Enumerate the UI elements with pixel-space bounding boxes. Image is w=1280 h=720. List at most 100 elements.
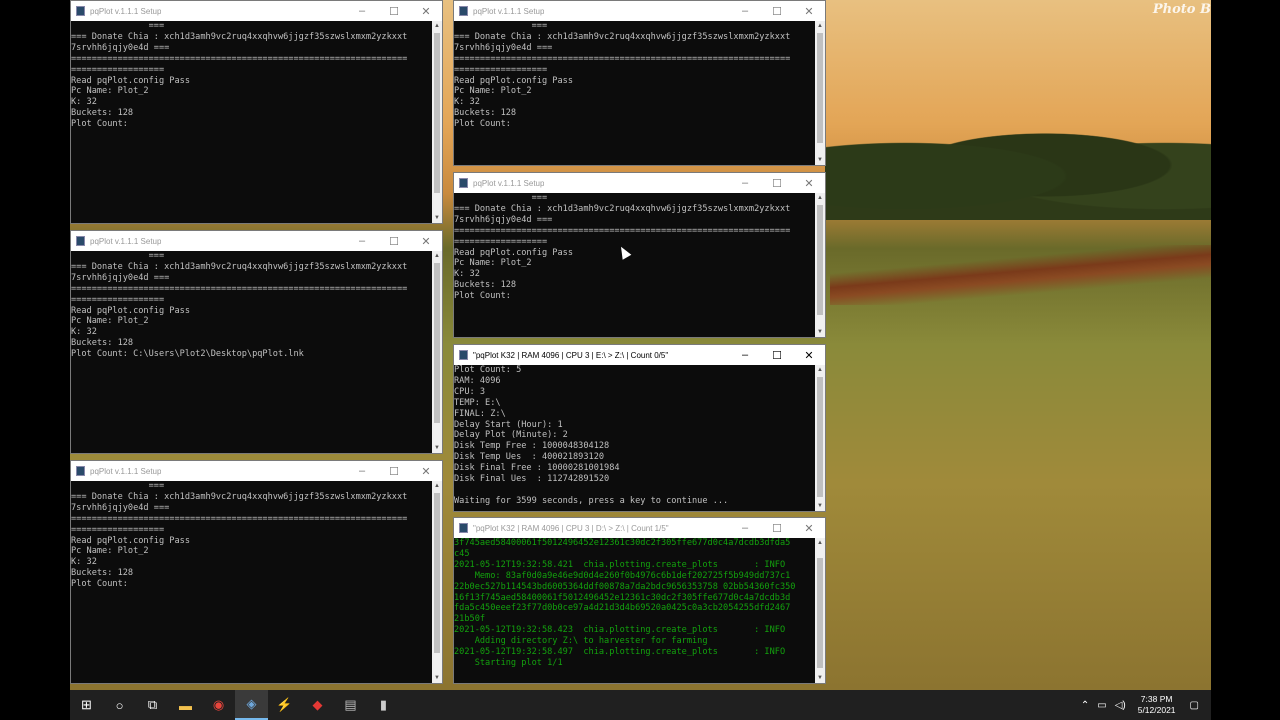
scroll-up-arrow-icon[interactable]: ▲ xyxy=(432,481,442,491)
window-title: pqPlot v.1.1.1 Setup xyxy=(90,6,162,16)
scroll-up-arrow-icon[interactable]: ▲ xyxy=(815,365,825,375)
start-button[interactable]: ⊞ xyxy=(70,690,103,720)
close-button[interactable]: ✕ xyxy=(793,345,825,365)
pqplot-app-icon xyxy=(459,6,468,16)
scroll-thumb[interactable] xyxy=(817,33,823,143)
console-output: Plot Count: 5 RAM: 4096 CPU: 3 TEMP: E:\ FIN… xyxy=(454,365,815,511)
vertical-scrollbar[interactable]: ▲ ▼ xyxy=(432,21,442,223)
app-red-button[interactable]: ⚡ xyxy=(268,690,301,720)
vertical-scrollbar[interactable]: ▲ ▼ xyxy=(815,21,825,165)
terminal-button[interactable]: ▮ xyxy=(367,690,400,720)
task-view-button[interactable]: ⧉ xyxy=(136,690,169,720)
scroll-down-arrow-icon[interactable]: ▼ xyxy=(815,327,825,337)
titlebar[interactable]: pqPlot v.1.1.1 Setup – ☐ ✕ xyxy=(454,173,825,193)
console-window-setup-5[interactable]: pqPlot v.1.1.1 Setup – ☐ ✕ === === Donate… xyxy=(453,172,826,338)
scroll-down-arrow-icon[interactable]: ▼ xyxy=(815,673,825,683)
scroll-thumb[interactable] xyxy=(434,493,440,653)
console-output: === === Donate Chia : xch1d3amh9vc2ruq4xx… xyxy=(71,21,432,223)
scroll-thumb[interactable] xyxy=(434,263,440,423)
vertical-scrollbar[interactable]: ▲ ▼ xyxy=(815,538,825,683)
maximize-button[interactable]: ☐ xyxy=(761,518,793,538)
minimize-button[interactable]: – xyxy=(346,231,378,251)
console-window-setup-2[interactable]: pqPlot v.1.1.1 Setup – ☐ ✕ === === Donate… xyxy=(70,230,443,454)
maximize-button[interactable]: ☐ xyxy=(378,1,410,21)
chrome-button[interactable]: ◉ xyxy=(202,690,235,720)
scroll-up-arrow-icon[interactable]: ▲ xyxy=(432,251,442,261)
console-window-setup-3[interactable]: pqPlot v.1.1.1 Setup – ☐ ✕ === === Donate… xyxy=(70,460,443,684)
close-button[interactable]: ✕ xyxy=(793,173,825,193)
scroll-down-arrow-icon[interactable]: ▼ xyxy=(815,501,825,511)
vertical-scrollbar[interactable]: ▲ ▼ xyxy=(432,481,442,683)
scroll-up-arrow-icon[interactable]: ▲ xyxy=(432,21,442,31)
close-button[interactable]: ✕ xyxy=(410,461,442,481)
tray-chevron-icon[interactable]: ⌃ xyxy=(1081,700,1089,711)
console-line: Memo: 83af0d0a9e46e9d0d4e260f0b4976c6b1d… xyxy=(454,570,791,581)
file-explorer-button[interactable]: ▬ xyxy=(169,690,202,720)
console-window-setup-1[interactable]: pqPlot v.1.1.1 Setup – ☐ ✕ === === Donate… xyxy=(70,0,443,224)
minimize-button[interactable]: – xyxy=(729,173,761,193)
maximize-button[interactable]: ☐ xyxy=(761,1,793,21)
scroll-thumb[interactable] xyxy=(434,33,440,193)
app-red2-button[interactable]: ◆ xyxy=(301,690,334,720)
vertical-scrollbar[interactable]: ▲ ▼ xyxy=(815,365,825,511)
scroll-thumb[interactable] xyxy=(817,558,823,668)
console-line: 2021-05-12T19:32:58.497 chia.plotting.cr… xyxy=(454,647,786,658)
minimize-button[interactable]: – xyxy=(346,1,378,21)
console-line: K: 32 xyxy=(71,97,97,108)
close-button[interactable]: ✕ xyxy=(410,231,442,251)
close-button[interactable]: ✕ xyxy=(410,1,442,21)
network-icon[interactable]: ▭ xyxy=(1097,700,1106,711)
scroll-up-arrow-icon[interactable]: ▲ xyxy=(815,21,825,31)
minimize-button[interactable]: – xyxy=(729,345,761,365)
titlebar[interactable]: pqPlot v.1.1.1 Setup – ☐ ✕ xyxy=(71,1,442,21)
scroll-down-arrow-icon[interactable]: ▼ xyxy=(432,443,442,453)
notifications-icon[interactable]: ▢ xyxy=(1190,700,1199,711)
volume-icon[interactable]: ◁) xyxy=(1115,700,1126,711)
wallpaper-watermark: Photo B xyxy=(1152,2,1211,17)
console-window-setup-4[interactable]: pqPlot v.1.1.1 Setup – ☐ ✕ === === Donate… xyxy=(453,0,826,166)
console-output: === === Donate Chia : xch1d3amh9vc2ruq4xx… xyxy=(71,481,432,683)
scroll-down-arrow-icon[interactable]: ▼ xyxy=(815,155,825,165)
close-button[interactable]: ✕ xyxy=(793,1,825,21)
window-title: pqPlot v.1.1.1 Setup xyxy=(473,6,545,16)
minimize-button[interactable]: – xyxy=(729,1,761,21)
maximize-button[interactable]: ☐ xyxy=(378,231,410,251)
scroll-up-arrow-icon[interactable]: ▲ xyxy=(815,538,825,548)
scroll-down-arrow-icon[interactable]: ▼ xyxy=(432,213,442,223)
titlebar[interactable]: pqPlot v.1.1.1 Setup – ☐ ✕ xyxy=(454,1,825,21)
maximize-button[interactable]: ☐ xyxy=(761,345,793,365)
console-line: 7srvhh6jqjy0e4d === xyxy=(454,214,553,225)
vertical-scrollbar[interactable]: ▲ ▼ xyxy=(815,193,825,337)
console-line: Plot Count: 5 xyxy=(454,365,522,375)
console-line: Buckets: 128 xyxy=(454,108,517,119)
titlebar[interactable]: pqPlot v.1.1.1 Setup – ☐ ✕ xyxy=(71,461,442,481)
search-button[interactable]: ○ xyxy=(103,690,136,720)
pqplot-button[interactable]: ◈ xyxy=(235,690,268,720)
console-line: Disk Temp Ues : 400021893120 xyxy=(454,452,605,463)
console-line: ================== xyxy=(454,64,548,75)
console-window-plot-d[interactable]: "pqPlot K32 | RAM 4096 | CPU 3 | D:\ > Z… xyxy=(453,517,826,684)
console-line: 7srvhh6jqjy0e4d === xyxy=(454,42,553,53)
clock[interactable]: 7:38 PM 5/12/2021 xyxy=(1138,694,1176,716)
pqplot-app-icon xyxy=(459,178,468,188)
scroll-thumb[interactable] xyxy=(817,377,823,497)
minimize-button[interactable]: – xyxy=(729,518,761,538)
console-window-plot-e[interactable]: "pqPlot K32 | RAM 4096 | CPU 3 | E:\ > Z… xyxy=(453,344,826,512)
titlebar[interactable]: "pqPlot K32 | RAM 4096 | CPU 3 | E:\ > Z… xyxy=(454,345,825,365)
maximize-button[interactable]: ☐ xyxy=(761,173,793,193)
close-button[interactable]: ✕ xyxy=(793,518,825,538)
console-line: Buckets: 128 xyxy=(71,568,134,579)
scroll-thumb[interactable] xyxy=(817,205,823,315)
vertical-scrollbar[interactable]: ▲ ▼ xyxy=(432,251,442,453)
scroll-down-arrow-icon[interactable]: ▼ xyxy=(432,673,442,683)
maximize-button[interactable]: ☐ xyxy=(378,461,410,481)
console-line: 7srvhh6jqjy0e4d === xyxy=(71,42,170,53)
titlebar[interactable]: "pqPlot K32 | RAM 4096 | CPU 3 | D:\ > Z… xyxy=(454,518,825,538)
console-line: Read pqPlot.config Pass xyxy=(71,305,190,316)
console-line: Pc Name: Plot_2 xyxy=(71,546,149,557)
minimize-button[interactable]: – xyxy=(346,461,378,481)
app-drive-button[interactable]: ▤ xyxy=(334,690,367,720)
scroll-up-arrow-icon[interactable]: ▲ xyxy=(815,193,825,203)
clock-time: 7:38 PM xyxy=(1140,694,1173,704)
titlebar[interactable]: pqPlot v.1.1.1 Setup – ☐ ✕ xyxy=(71,231,442,251)
